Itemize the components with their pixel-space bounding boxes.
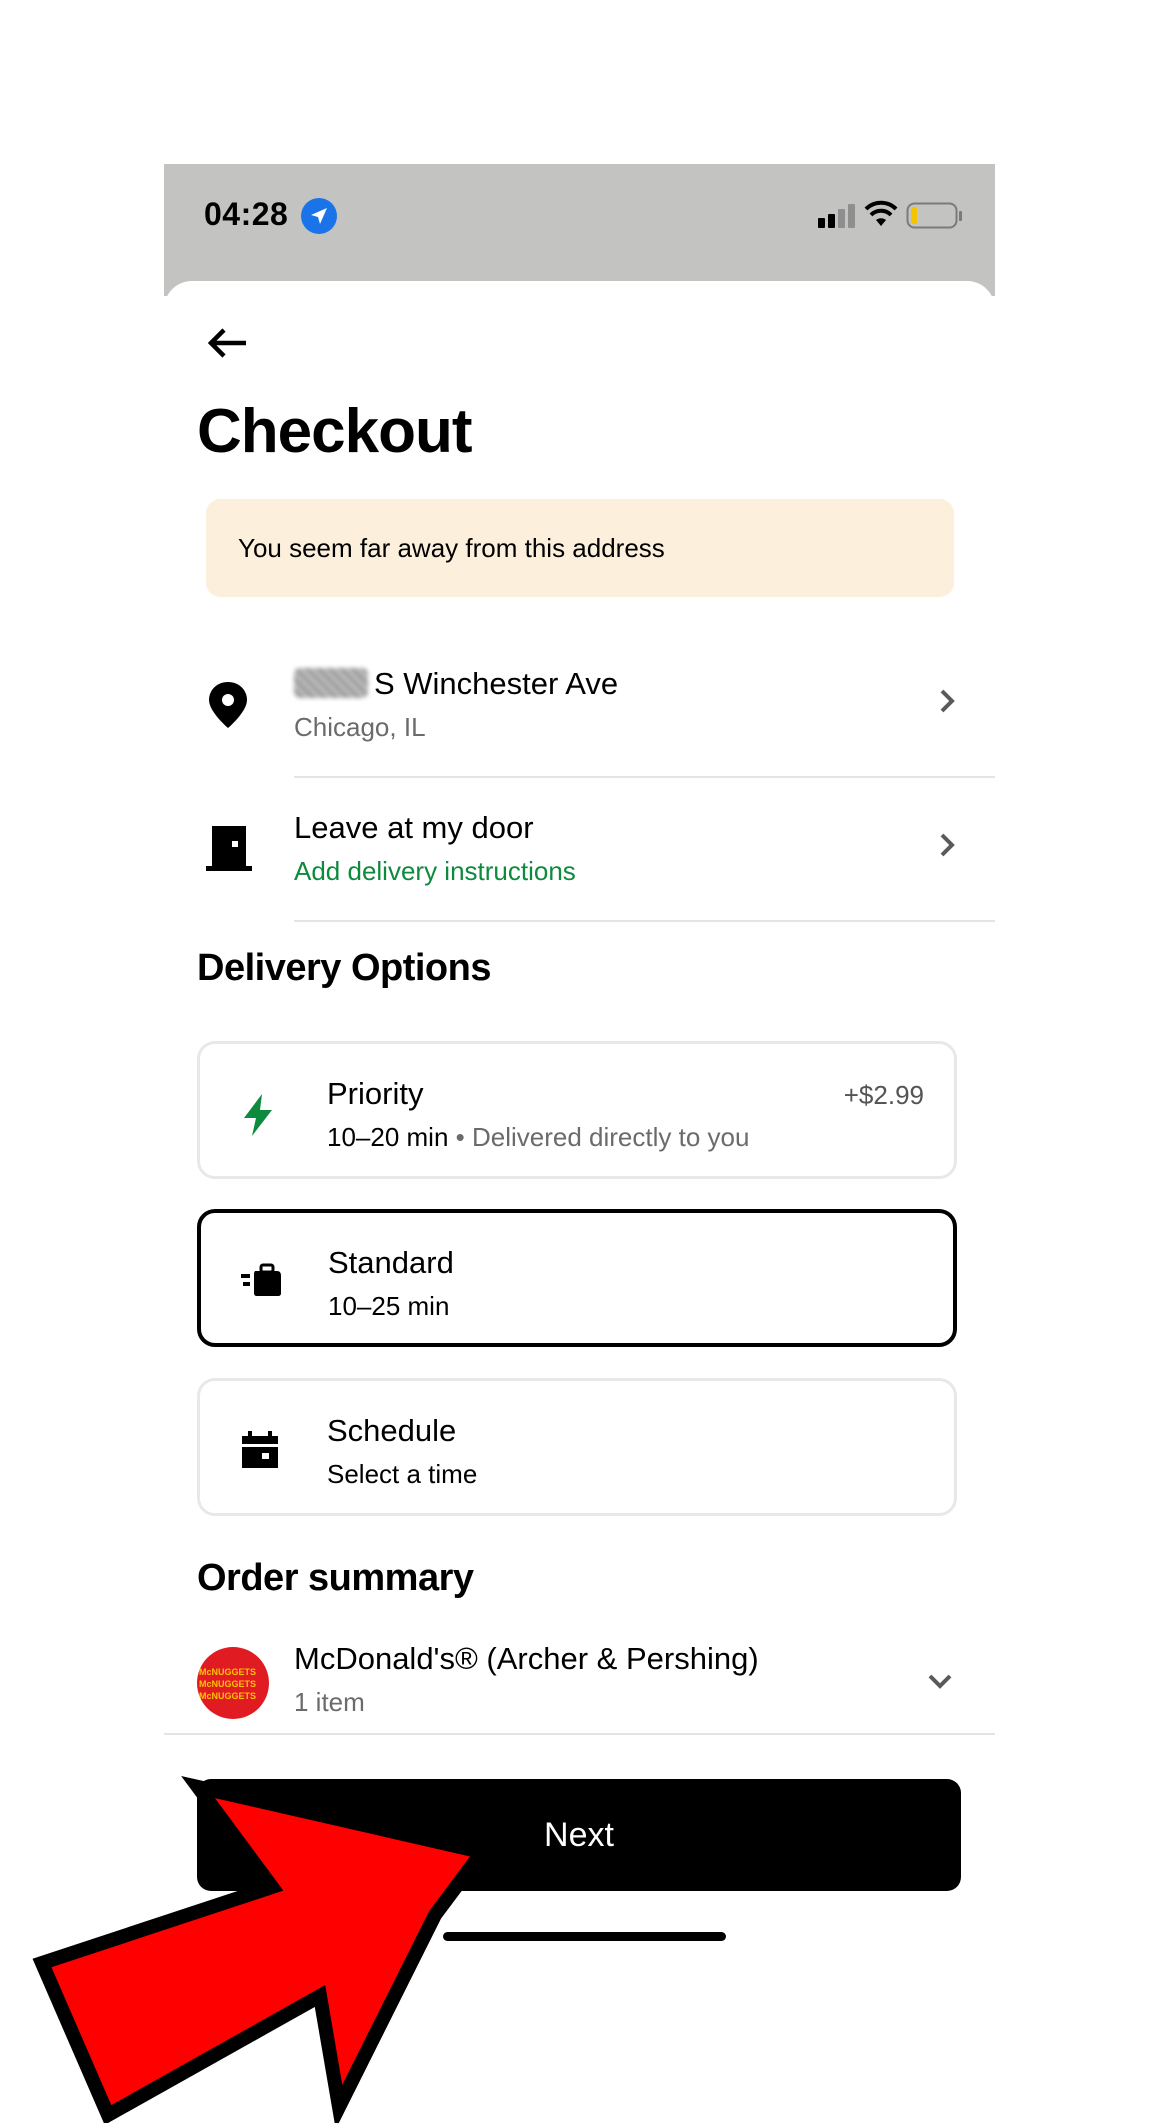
red-pointer-arrow-icon [32,1775,495,2123]
